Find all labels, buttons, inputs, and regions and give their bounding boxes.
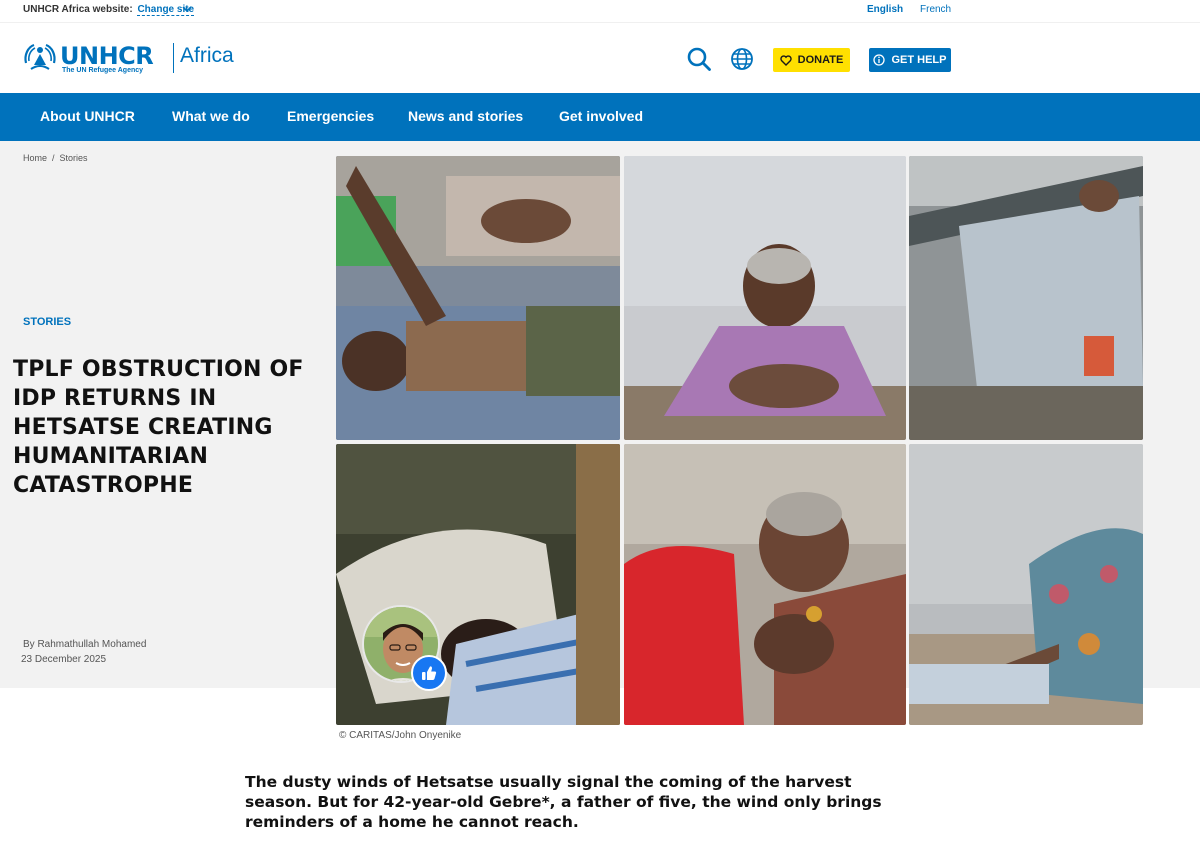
article-date: 23 December 2025 — [21, 654, 107, 665]
breadcrumb-home-link[interactable]: Home — [23, 153, 47, 163]
logo-divider — [173, 43, 174, 73]
language-french-link[interactable]: French — [920, 4, 951, 15]
article-byline: By Rahmathullah Mohamed — [23, 639, 147, 650]
unhcr-logo[interactable]: UNHCR The UN Refugee Agency Africa — [22, 41, 234, 77]
donate-label: DONATE — [797, 54, 844, 66]
photo-elderly-woman-red-shawl-eating — [624, 444, 906, 725]
heart-icon — [779, 54, 792, 66]
nav-item-emergencies[interactable]: Emergencies — [287, 108, 374, 124]
breadcrumb-stories-link[interactable]: Stories — [60, 153, 88, 163]
nav-item-what-we-do[interactable]: What we do — [172, 108, 250, 124]
article-lead-paragraph: The dusty winds of Hetsatse usually sign… — [245, 773, 882, 831]
article-category[interactable]: STORIES — [23, 316, 71, 328]
logo-region: Africa — [180, 44, 234, 67]
photo-person-under-blanket — [909, 156, 1143, 440]
nav-item-news-and-stories[interactable]: News and stories — [408, 108, 523, 124]
like-thumbs-up-icon[interactable] — [411, 655, 447, 691]
photo-elderly-woman-purple-shawl — [624, 156, 906, 440]
utility-bar: UNHCR Africa website: Change site Englis… — [0, 0, 1200, 22]
get-help-label: GET HELP — [891, 54, 947, 66]
site-label: UNHCR Africa website: — [23, 4, 133, 15]
hero-photo-collage — [336, 156, 1143, 725]
info-icon — [873, 54, 886, 66]
donate-button[interactable]: DONATE — [773, 48, 850, 72]
nav-item-about[interactable]: About UNHCR — [40, 108, 135, 124]
breadcrumb: Home / Stories — [23, 153, 88, 163]
photo-person-lying-floral-blanket — [909, 444, 1143, 725]
nav-item-get-involved[interactable]: Get involved — [559, 108, 643, 124]
site-switcher: UNHCR Africa website: Change site — [23, 4, 195, 16]
photo-person-under-tarp — [336, 444, 620, 725]
logo-tagline: The UN Refugee Agency — [62, 67, 144, 74]
search-icon[interactable] — [686, 46, 712, 72]
globe-icon[interactable] — [730, 47, 754, 71]
chevron-down-icon[interactable] — [181, 3, 193, 15]
breadcrumb-separator: / — [52, 153, 55, 163]
language-english-link[interactable]: English — [867, 4, 903, 15]
logo-wordmark: UNHCR — [60, 42, 154, 70]
get-help-button[interactable]: GET HELP — [869, 48, 951, 72]
photo-children-lying-on-blankets — [336, 156, 620, 440]
photo-credit: © CARITAS/John Onyenike — [339, 730, 462, 741]
main-nav: About UNHCR What we do Emergencies News … — [0, 93, 1200, 141]
site-header: UNHCR The UN Refugee Agency Africa DONAT… — [0, 22, 1200, 93]
unhcr-emblem-icon — [24, 43, 56, 70]
page-title: TPLF OBSTRUCTION OF IDP RETURNS IN HETSA… — [13, 357, 304, 498]
